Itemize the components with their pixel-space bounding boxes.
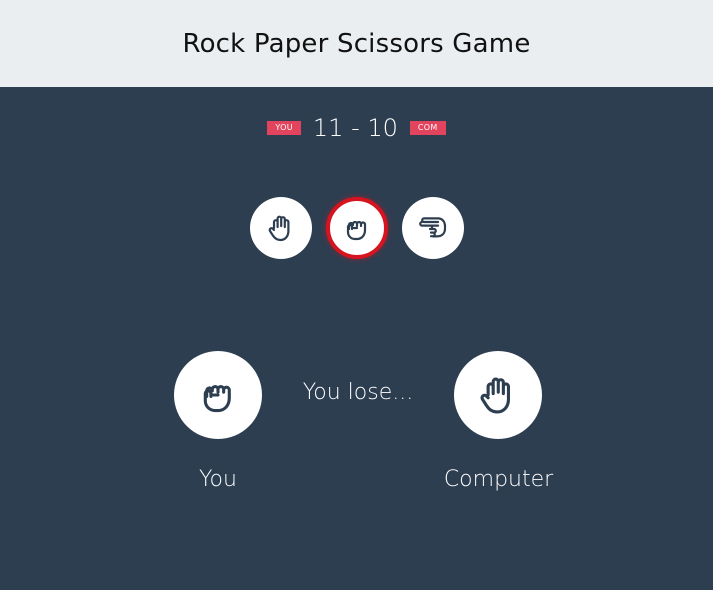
header-bar: Rock Paper Scissors Game bbox=[0, 0, 713, 87]
com-badge: COM bbox=[409, 121, 446, 135]
choice-buttons bbox=[0, 197, 713, 259]
you-hand bbox=[174, 351, 262, 439]
scoreboard: YOU 11 - 10 COM bbox=[0, 114, 713, 142]
you-label: You bbox=[199, 467, 237, 492]
fist-icon bbox=[346, 220, 366, 241]
score-text: 11 - 10 bbox=[312, 114, 398, 142]
rock-button[interactable] bbox=[325, 197, 388, 259]
you-panel: You bbox=[174, 351, 262, 492]
fist-icon bbox=[203, 385, 231, 413]
scissors-button[interactable] bbox=[401, 197, 464, 259]
scissors-hand-icon bbox=[418, 217, 446, 238]
result-text: You lose... bbox=[302, 380, 414, 405]
open-hand-icon bbox=[268, 215, 289, 242]
paper-button[interactable] bbox=[249, 197, 312, 259]
page-title: Rock Paper Scissors Game bbox=[182, 28, 531, 59]
computer-label: Computer bbox=[443, 467, 554, 492]
you-badge: YOU bbox=[267, 121, 301, 135]
open-hand-icon bbox=[480, 377, 510, 414]
computer-hand bbox=[454, 351, 542, 439]
computer-panel: Computer bbox=[441, 351, 556, 492]
